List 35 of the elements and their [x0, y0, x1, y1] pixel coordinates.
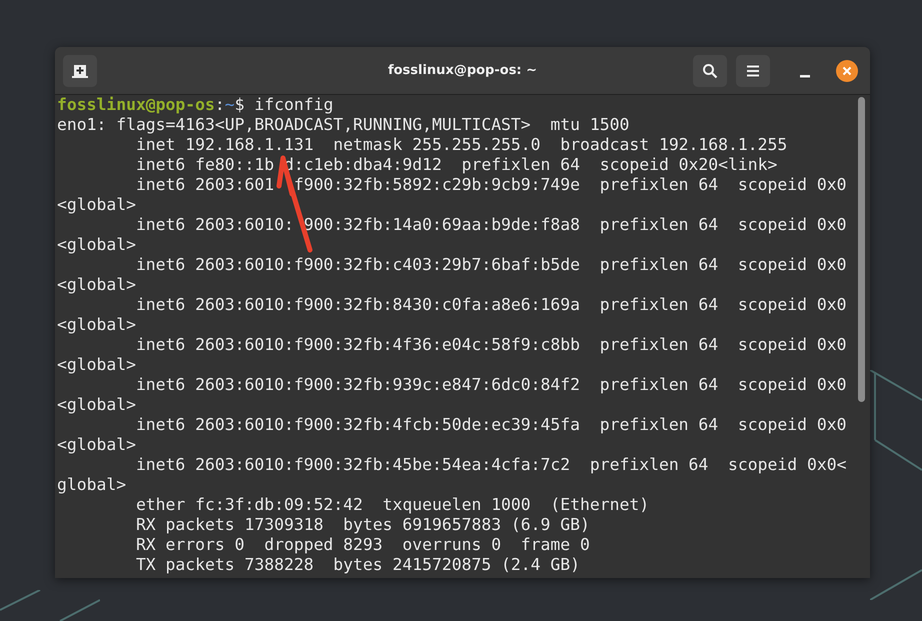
terminal-output-line: global> — [57, 475, 128, 495]
terminal-output-line: inet6 2603:6010:f900:32fb:939c:e847:6dc0:84f2 prefixlen 64 scopeid 0x0 — [134, 375, 848, 395]
terminal-output-line: inet6 2603:6010:f900:32fb:4fcb:50de:ec39:45fa prefixlen 64 scopeid 0x0 — [134, 415, 848, 435]
terminal-output-line: inet6 2603:6010:f900:32fb:c403:29b7:6baf:b5de prefixlen 64 scopeid 0x0 — [134, 255, 848, 275]
new-tab-button[interactable] — [63, 54, 97, 86]
window-title: fosslinux@pop-os: ~ — [388, 63, 538, 78]
terminal-output-line: <global> — [57, 275, 137, 295]
menu-icon — [747, 64, 759, 76]
command-prompt-line: fosslinux@pop-os:~$ ifconfig — [57, 95, 334, 115]
menu-button[interactable] — [736, 54, 770, 86]
terminal-output-line: inet 192.168.1.131 netmask 255.255.255.0 broadcast 192.168.1.255 — [134, 135, 788, 155]
terminal-output-line: RX errors 0 dropped 8293 overruns 0 frame 0 — [134, 535, 591, 555]
terminal-output-line: <global> — [57, 315, 137, 335]
terminal-output-line: inet6 2603:6010:f900:32fb:45be:54ea:4cfa:7c2 prefixlen 64 scopeid 0x0< — [134, 455, 848, 475]
terminal-output-line: <global> — [57, 195, 137, 215]
scrollbar-thumb[interactable] — [858, 97, 865, 402]
minimize-icon — [800, 74, 810, 78]
new-tab-icon — [72, 62, 88, 78]
terminal-output-line: inet6 fe80::1b d:c1eb:dba4:9d12 prefixlen 64 scopeid 0x20<link> — [134, 155, 778, 175]
close-icon — [842, 66, 852, 76]
search-button[interactable] — [693, 54, 727, 86]
terminal-output-line: <global> — [57, 395, 137, 415]
terminal-output-line: ether fc:3f:db:09:52:42 txqueuelen 1000 (Ethernet) — [134, 495, 650, 515]
terminal-output-line: inet6 2603:6010:f900:32fb:8430:c0fa:a8e6:169a prefixlen 64 scopeid 0x0 — [134, 295, 848, 315]
search-icon — [702, 62, 718, 78]
terminal-output-line: inet6 2603:601 f900:32fb:5892:c29b:9cb9:749e prefixlen 64 scopeid 0x0 — [134, 175, 848, 195]
terminal-output-line: inet6 2603:6010: 900:32fb:14a0:69aa:b9de:f8a8 prefixlen 64 scopeid 0x0 — [134, 215, 848, 235]
terminal-output-line: <global> — [57, 355, 137, 375]
close-button[interactable] — [836, 60, 858, 82]
terminal-output-line: RX packets 17309318 bytes 6919657883 (6.9 GB) — [134, 515, 591, 535]
terminal-output-line: inet6 2603:6010:f900:32fb:4f36:e04c:58f9:c8bb prefixlen 64 scopeid 0x0 — [134, 335, 848, 355]
terminal-output-line: <global> — [57, 235, 137, 255]
terminal-output-line: <global> — [57, 435, 137, 455]
terminal-output-line: eno1: flags=4163<UP,BROADCAST,RUNNING,MULTICAST> mtu 1500 — [57, 115, 630, 135]
terminal-output-line: TX packets 7388228 bytes 2415720875 (2.4 GB) — [134, 555, 582, 575]
